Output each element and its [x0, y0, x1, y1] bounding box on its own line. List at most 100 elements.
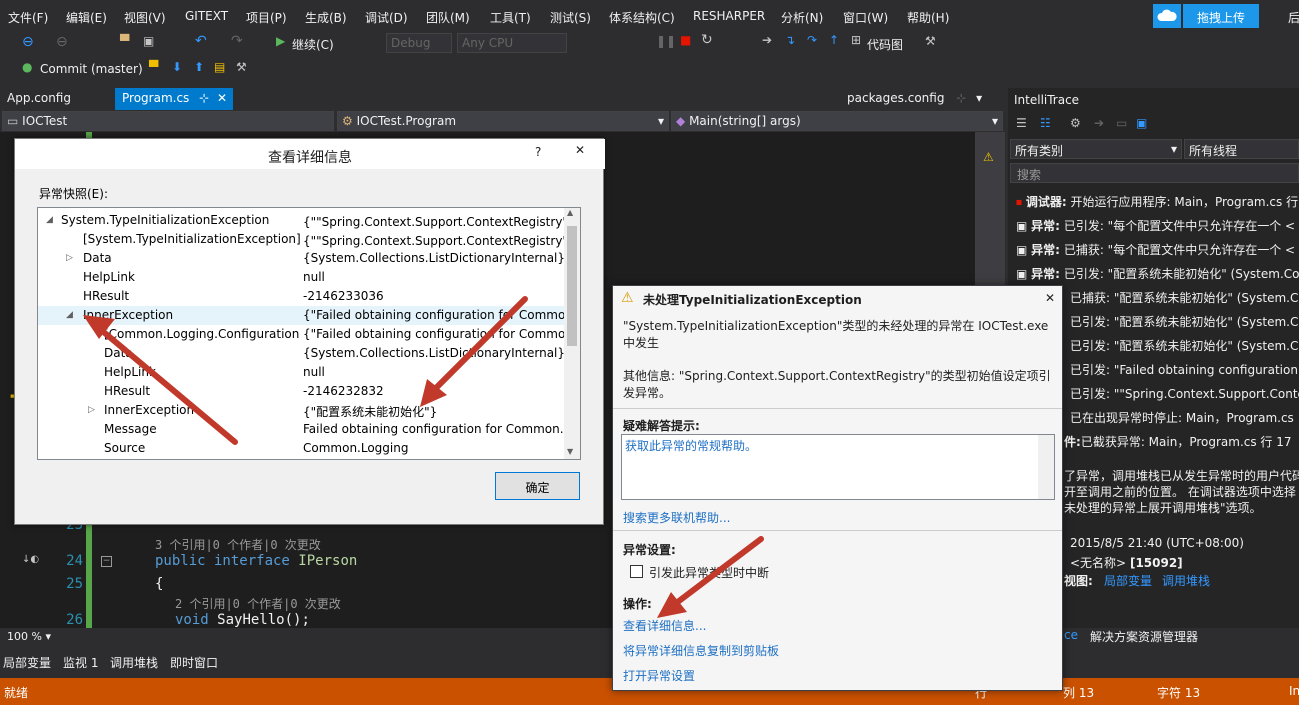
- menu-help[interactable]: 帮助(H): [907, 9, 949, 26]
- step-into-icon[interactable]: ↴: [785, 33, 795, 47]
- config-combo[interactable]: Debug: [386, 33, 452, 53]
- event-row[interactable]: ▣ 异常: 已捕获: "每个配置文件中只允许存在一个 <: [1016, 236, 1299, 260]
- event-row[interactable]: 已引发: "配置系统未能初始化" (System.Co: [1070, 332, 1299, 356]
- class-combo[interactable]: ⚙ IOCTest.Program ▾: [337, 111, 669, 131]
- implementation-glyph-icon[interactable]: ↓◐: [22, 554, 39, 565]
- forward-icon[interactable]: ⊖: [56, 34, 68, 50]
- project-combo[interactable]: ▭ IOCTest: [2, 111, 334, 131]
- detail-line: 了异常，调用堆栈已从发生异常时的用户代码: [1064, 469, 1299, 483]
- menu-project[interactable]: 项目(P): [246, 9, 287, 26]
- open-icon[interactable]: ▀: [120, 34, 129, 48]
- pin-icon[interactable]: ⊹: [956, 91, 966, 105]
- list-view-icon[interactable]: ☰: [1016, 116, 1027, 130]
- category-filter[interactable]: 所有类别 ▾: [1010, 139, 1182, 159]
- view-callstack-link[interactable]: 调用堆栈: [1162, 572, 1210, 589]
- forward-icon[interactable]: ➔: [1094, 116, 1104, 130]
- gear-icon[interactable]: ⚙: [1070, 116, 1081, 130]
- event-row[interactable]: ▣ 异常: 已引发: "配置系统未能初始化" (System.Co: [1016, 260, 1299, 284]
- menu-tools[interactable]: 工具(T): [490, 9, 531, 26]
- menu-window[interactable]: 窗口(W): [843, 9, 888, 26]
- pause-icon[interactable]: ❚❚: [656, 34, 676, 48]
- tree-view-icon[interactable]: ☷: [1040, 116, 1051, 130]
- pin-icon[interactable]: ⊹: [199, 91, 209, 105]
- tab-solution-explorer[interactable]: 解决方案资源管理器: [1090, 628, 1198, 645]
- status-column: 列 13: [1063, 686, 1095, 700]
- tab-callstack[interactable]: 调用堆栈: [110, 654, 158, 671]
- menu-build[interactable]: 生成(B): [305, 9, 347, 26]
- thread-filter[interactable]: 所有线程: [1184, 139, 1299, 159]
- back-icon[interactable]: ⊖: [22, 34, 34, 50]
- save-icon[interactable]: ▣: [143, 34, 154, 48]
- codemap-button[interactable]: 代码图: [867, 36, 903, 53]
- step-over-icon[interactable]: ↷: [807, 33, 817, 47]
- codelens[interactable]: 2 个引用|0 个作者|0 次更改: [175, 595, 341, 612]
- push-icon[interactable]: ⬆: [194, 60, 204, 74]
- tab-program-cs[interactable]: Program.cs ⊹ ✕: [115, 88, 233, 110]
- event-row[interactable]: 件:已截获异常: Main，Program.cs 行 17: [1064, 428, 1299, 452]
- search-input[interactable]: 搜索: [1010, 163, 1299, 183]
- view-locals-link[interactable]: 局部变量: [1104, 572, 1152, 589]
- event-row[interactable]: 已引发: "Failed obtaining configuration f: [1070, 356, 1299, 380]
- status-char: 字符 13: [1157, 686, 1201, 700]
- close-icon[interactable]: ✕: [217, 91, 227, 105]
- undo-icon[interactable]: ↶: [195, 33, 207, 49]
- event-row[interactable]: ⏹ 调试器: 开始运行应用程序: Main，Program.cs 行: [1016, 188, 1299, 212]
- event-row[interactable]: ▣ 异常: 已引发: "每个配置文件中只允许存在一个 <: [1016, 212, 1299, 236]
- upload-button[interactable]: 拖拽上传: [1183, 4, 1259, 28]
- menu-architecture[interactable]: 体系结构(C): [609, 9, 675, 26]
- tools-icon[interactable]: ⚒: [925, 34, 936, 48]
- pull-icon[interactable]: ⬇: [172, 60, 182, 74]
- menu-file[interactable]: 文件(F): [8, 9, 48, 26]
- tab-immediate[interactable]: 即时窗口: [170, 654, 218, 671]
- thread-id: [15092]: [1129, 556, 1183, 570]
- commit-button[interactable]: Commit (master): [40, 62, 143, 76]
- save-icon[interactable]: ▣: [1136, 116, 1147, 130]
- export-icon[interactable]: ▭: [1116, 116, 1127, 130]
- event-text: 已引发: "配置系统未能初始化" (System.Co: [1070, 315, 1299, 329]
- tab-packages-config[interactable]: packages.config ⊹ ▾: [840, 88, 1000, 110]
- commit-icon: ●: [22, 60, 33, 74]
- menu-resharper[interactable]: RESHARPER: [693, 9, 765, 23]
- redo-icon[interactable]: ↷: [231, 33, 243, 49]
- tab-locals[interactable]: 局部变量: [3, 654, 51, 671]
- show-next-icon[interactable]: ➔: [762, 33, 772, 47]
- stop-icon[interactable]: ■: [680, 33, 691, 47]
- dropdown-arrow-icon[interactable]: ▾: [976, 91, 982, 105]
- settings-icon[interactable]: ⚒: [236, 60, 247, 74]
- tab-watch[interactable]: 监视 1: [63, 654, 98, 671]
- chevron-down-icon: ▾: [1170, 142, 1177, 156]
- event-row[interactable]: 已捕获: "配置系统未能初始化" (System.Co: [1070, 284, 1299, 308]
- folder-icon[interactable]: ▀: [149, 60, 158, 74]
- step-out-icon[interactable]: ↑: [829, 33, 839, 47]
- corner-text: 后: [1288, 11, 1299, 25]
- zoom-combo[interactable]: 100 % ▾: [4, 629, 64, 645]
- menu-bar: 文件(F) 编辑(E) 视图(V) GITEXT 项目(P) 生成(B) 调试(…: [0, 0, 1299, 30]
- menu-gitext[interactable]: GITEXT: [185, 9, 228, 23]
- code-line: {: [155, 576, 164, 592]
- continue-button[interactable]: 继续(C): [292, 36, 334, 53]
- menu-analyze[interactable]: 分析(N): [781, 9, 823, 26]
- event-row[interactable]: 已引发: ""Spring.Context.Support.Contex: [1070, 380, 1299, 404]
- codelens[interactable]: 3 个引用|0 个作者|0 次更改: [155, 536, 321, 553]
- tab-intellitrace[interactable]: ce: [1064, 628, 1078, 642]
- menu-team[interactable]: 团队(M): [426, 9, 470, 26]
- tab-app-config[interactable]: App.config: [0, 88, 112, 110]
- stash-icon[interactable]: ▤: [214, 60, 225, 74]
- cloud-icon: [1153, 4, 1181, 28]
- event-row[interactable]: 已在出现异常时停止: Main，Program.cs: [1070, 404, 1299, 428]
- menu-test[interactable]: 测试(S): [550, 9, 591, 26]
- event-type: 件:: [1064, 435, 1081, 449]
- collapse-icon[interactable]: −: [101, 556, 112, 567]
- menu-edit[interactable]: 编辑(E): [66, 9, 107, 26]
- menu-view[interactable]: 视图(V): [124, 9, 166, 26]
- thread-name: <无名称> [15092]: [1070, 554, 1183, 571]
- annotation-arrow: [657, 536, 764, 618]
- event-row[interactable]: 已引发: "配置系统未能初始化" (System.Co: [1070, 308, 1299, 332]
- menu-debug[interactable]: 调试(D): [365, 9, 408, 26]
- platform-combo[interactable]: Any CPU: [457, 33, 567, 53]
- play-icon[interactable]: ▶: [276, 34, 285, 48]
- member-combo[interactable]: ◆ Main(string[] args) ▾: [671, 111, 1003, 131]
- exception-icon: ▣: [1016, 219, 1028, 233]
- zoom-level: 100 %: [7, 630, 42, 643]
- restart-icon[interactable]: ↻: [701, 32, 713, 48]
